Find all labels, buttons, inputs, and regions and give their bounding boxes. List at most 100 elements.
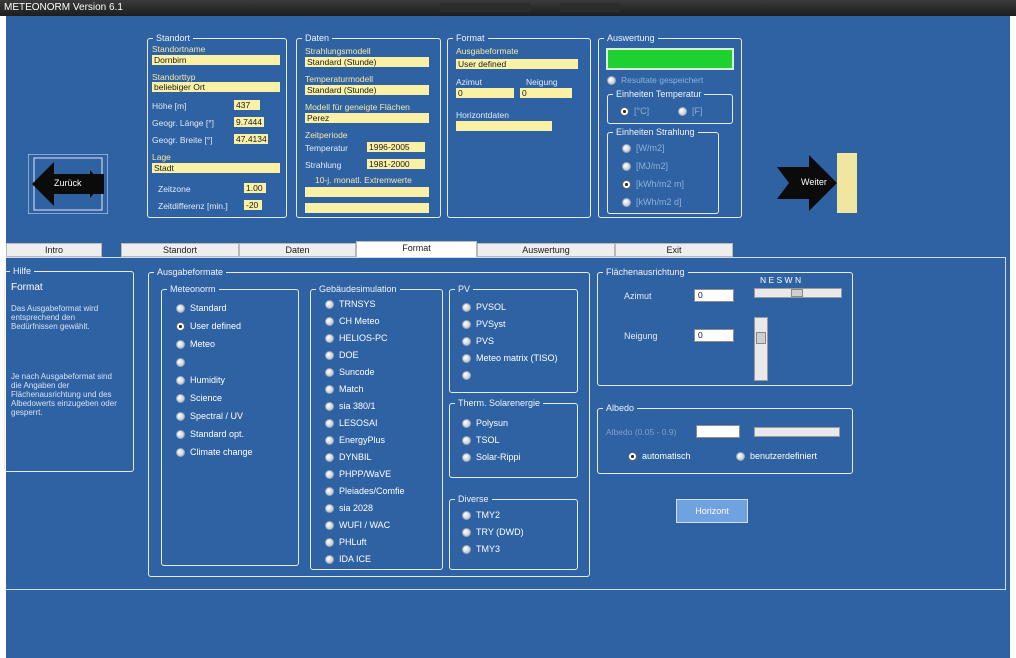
flaechen-neigung-label: Neigung bbox=[624, 331, 658, 341]
modell-flaechen-field[interactable]: Perez bbox=[305, 113, 429, 123]
therm-option-radio[interactable]: Polysun bbox=[462, 417, 508, 429]
strahlung-unit-radio[interactable]: [W/m2] bbox=[622, 142, 665, 154]
neigung-slider[interactable] bbox=[754, 317, 768, 381]
format-neigung-field[interactable]: 0 bbox=[520, 88, 572, 98]
meteonorm-option-radio[interactable]: User defined bbox=[176, 320, 241, 332]
meteonorm-option-radio[interactable]: Climate change bbox=[176, 446, 253, 458]
gebaeude-option-radio[interactable]: sia 2028 bbox=[325, 502, 373, 514]
tab-daten[interactable]: Daten bbox=[239, 243, 356, 257]
breite-field[interactable]: 47.4134 bbox=[234, 134, 268, 144]
extremwerte-field[interactable] bbox=[305, 187, 429, 197]
azimut-slider[interactable] bbox=[754, 288, 842, 298]
gebaeude-option-radio[interactable]: WUFI / WAC bbox=[325, 519, 390, 531]
standortname-label: Standortname bbox=[152, 44, 206, 54]
gebaeude-option-radio[interactable]: DOE bbox=[325, 349, 359, 361]
pv-group: PV PVSOL PVSyst PVS Meteo matrix (TISO) bbox=[449, 283, 578, 393]
meteonorm-group: Meteonorm Standard User defined Meteo Hu… bbox=[161, 283, 299, 566]
radio-dot bbox=[176, 375, 185, 385]
pv-option-radio[interactable]: Meteo matrix (TISO) bbox=[462, 352, 558, 364]
compass-label: N E S W N bbox=[760, 275, 802, 285]
gebaeude-option-radio[interactable]: EnergyPlus bbox=[325, 434, 385, 446]
albedo-input[interactable] bbox=[696, 425, 740, 438]
diverse-option-radio[interactable]: TMY2 bbox=[462, 509, 500, 521]
ausgabeformate-field[interactable]: User defined bbox=[456, 59, 578, 69]
slider-thumb[interactable] bbox=[791, 289, 803, 297]
hoehe-field[interactable]: 437 bbox=[234, 100, 260, 110]
diverse-option-radio[interactable]: TMY3 bbox=[462, 543, 500, 555]
next-button[interactable]: Weiter bbox=[773, 153, 857, 213]
diverse-group: Diverse TMY2 TRY (DWD) TMY3 bbox=[449, 493, 578, 570]
strahlung-unit-radio[interactable]: [kWh/m2 m] bbox=[622, 178, 684, 190]
tab-intro[interactable]: Intro bbox=[6, 243, 102, 257]
radio-dot bbox=[325, 384, 334, 394]
pv-option-radio[interactable]: PVSOL bbox=[462, 301, 506, 313]
gebaeude-option-radio[interactable]: Match bbox=[325, 383, 364, 395]
tab-standort[interactable]: Standort bbox=[121, 243, 239, 257]
therm-option-radio[interactable]: TSOL bbox=[462, 434, 500, 446]
standort-legend: Standort bbox=[153, 32, 194, 44]
resultate-gespeichert-radio[interactable]: Resultate gespeichert bbox=[607, 74, 703, 86]
meteonorm-option-radio[interactable]: Standard opt. bbox=[176, 428, 244, 440]
meteonorm-option-radio[interactable]: Spectral / UV bbox=[176, 410, 243, 422]
extremwerte-label: 10-j. monatl. Extremwerte bbox=[315, 175, 412, 185]
hilfe-panel: Hilfe Format Das Ausgabeformat wird ents… bbox=[4, 265, 134, 472]
gebaeude-option-radio[interactable]: HELIOS-PC bbox=[325, 332, 388, 344]
horizont-button[interactable]: Horizont bbox=[676, 499, 748, 523]
slider-thumb[interactable] bbox=[756, 332, 766, 344]
gebaeude-option-radio[interactable]: PHLuft bbox=[325, 536, 367, 548]
einheiten-temperatur-legend: Einheiten Temperatur bbox=[613, 88, 705, 100]
gebaeude-option-radio[interactable]: Pleiades/Comfie bbox=[325, 485, 405, 497]
meteonorm-option-radio[interactable]: Humidity bbox=[176, 374, 225, 386]
horizontdaten-field[interactable] bbox=[456, 121, 552, 131]
format-azimut-field[interactable]: 0 bbox=[456, 88, 514, 98]
radio-dot bbox=[462, 353, 471, 363]
radio-dot bbox=[462, 370, 471, 380]
gebaeude-option-radio[interactable]: TRNSYS bbox=[325, 298, 376, 310]
pv-option-radio[interactable]: PVSyst bbox=[462, 318, 506, 330]
meteonorm-option-radio[interactable] bbox=[176, 356, 190, 368]
meteonorm-option-radio[interactable]: Meteo bbox=[176, 338, 215, 350]
strahlungsmodell-field[interactable]: Standard (Stunde) bbox=[305, 57, 429, 67]
tab-auswertung[interactable]: Auswertung bbox=[477, 243, 615, 257]
radio-dot bbox=[325, 418, 334, 428]
gebaeude-option-radio[interactable]: sia 380/1 bbox=[325, 400, 376, 412]
flaechen-azimut-label: Azimut bbox=[624, 291, 652, 301]
zp-strahlung-field[interactable]: 1981-2000 bbox=[367, 159, 425, 169]
strahlung-unit-radio[interactable]: [kWh/m2 d] bbox=[622, 196, 682, 208]
standorttyp-field[interactable]: beliebiger Ort bbox=[152, 82, 280, 92]
radio-dot bbox=[462, 319, 471, 329]
gebaeude-option-radio[interactable]: CH Meteo bbox=[325, 315, 380, 327]
radio-dot bbox=[462, 435, 471, 445]
gebaeude-option-radio[interactable]: LESOSAI bbox=[325, 417, 378, 429]
flaechen-neigung-input[interactable]: 0 bbox=[694, 329, 734, 342]
albedo-slider[interactable] bbox=[754, 427, 840, 437]
tab-exit[interactable]: Exit bbox=[615, 243, 733, 257]
meteonorm-option-radio[interactable]: Science bbox=[176, 392, 222, 404]
pv-option-radio[interactable] bbox=[462, 369, 476, 381]
strahlung-unit-radio[interactable]: [MJ/m2] bbox=[622, 160, 668, 172]
zp-temperatur-field[interactable]: 1996-2005 bbox=[367, 142, 425, 152]
albedo-automatisch-radio[interactable]: automatisch bbox=[628, 450, 691, 462]
albedo-benutzerdefiniert-radio[interactable]: benutzerdefiniert bbox=[736, 450, 817, 462]
zeitdifferenz-field[interactable]: -20 bbox=[244, 200, 262, 210]
zeitzone-field[interactable]: 1.00 bbox=[244, 183, 266, 193]
extremwerte-field-2[interactable] bbox=[305, 203, 429, 213]
temp-celsius-radio[interactable]: [°C] bbox=[620, 105, 649, 117]
lage-field[interactable]: Stadt bbox=[152, 163, 280, 173]
tab-format[interactable]: Format bbox=[356, 241, 477, 257]
gebaeude-option-radio[interactable]: DYNBIL bbox=[325, 451, 372, 463]
temperaturmodell-field[interactable]: Standard (Stunde) bbox=[305, 85, 429, 95]
diverse-option-radio[interactable]: TRY (DWD) bbox=[462, 526, 524, 538]
therm-option-radio[interactable]: Solar-Rippi bbox=[462, 451, 521, 463]
laenge-field[interactable]: 9.7444 bbox=[234, 117, 264, 127]
temp-fahrenheit-radio[interactable]: [F] bbox=[678, 105, 703, 117]
meteonorm-option-radio[interactable]: Standard bbox=[176, 302, 227, 314]
gebaeude-option-radio[interactable]: Suncode bbox=[325, 366, 375, 378]
gebaeude-option-radio[interactable]: PHPP/WaVE bbox=[325, 468, 391, 480]
back-button[interactable]: Zurück bbox=[27, 153, 109, 215]
hilfe-title: Format bbox=[11, 282, 43, 293]
standortname-field[interactable]: Dornbirn bbox=[152, 55, 280, 65]
gebaeude-option-radio[interactable]: IDA ICE bbox=[325, 553, 371, 565]
pv-option-radio[interactable]: PVS bbox=[462, 335, 494, 347]
flaechen-azimut-input[interactable]: 0 bbox=[694, 289, 734, 302]
